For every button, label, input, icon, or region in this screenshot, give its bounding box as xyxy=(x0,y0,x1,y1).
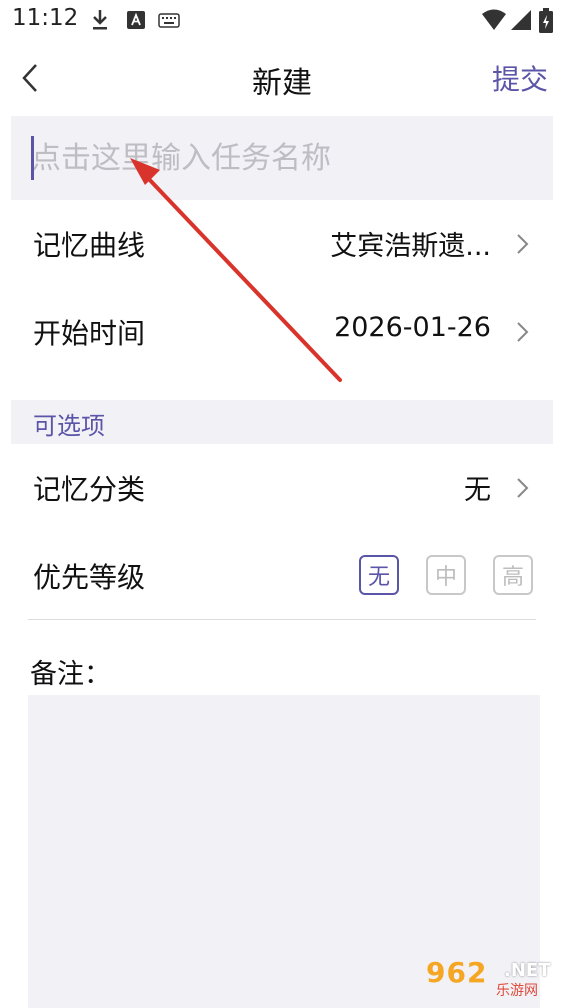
keyboard-icon xyxy=(158,13,180,28)
memory-curve-value: 艾宾浩斯遗... xyxy=(330,231,491,262)
wifi-icon xyxy=(482,9,506,30)
download-icon xyxy=(93,10,107,30)
top-nav-bar: 新建 提交 xyxy=(0,40,564,116)
a-app-icon xyxy=(127,11,145,29)
battery-icon xyxy=(539,8,553,33)
memory-category-row[interactable]: 记忆分类 无 xyxy=(11,444,553,532)
priority-row: 优先等级 xyxy=(11,532,553,620)
priority-option-none[interactable]: 无 xyxy=(359,555,399,595)
status-bar: 11:12 xyxy=(0,0,564,40)
page-title: 新建 xyxy=(252,66,312,101)
priority-label: 优先等级 xyxy=(33,561,146,594)
start-time-row[interactable]: 开始时间 2026-01-26 xyxy=(11,288,553,376)
watermark-suffix: .NET xyxy=(504,960,551,981)
divider xyxy=(28,619,536,620)
priority-option-medium[interactable]: 中 xyxy=(426,555,466,595)
priority-option-high[interactable]: 高 xyxy=(493,555,533,595)
task-name-input[interactable] xyxy=(31,134,531,182)
memory-category-value: 无 xyxy=(464,475,491,506)
optional-section-title: 可选项 xyxy=(33,412,105,440)
submit-button[interactable]: 提交 xyxy=(492,58,548,98)
chevron-right-icon xyxy=(517,322,529,342)
watermark-logo: 962 .NET 乐游网 xyxy=(426,956,556,1000)
watermark-subtitle: 乐游网 xyxy=(496,983,538,999)
memory-curve-label: 记忆曲线 xyxy=(33,229,146,262)
status-time: 11:12 xyxy=(12,5,79,31)
text-cursor xyxy=(31,136,34,180)
start-time-label: 开始时间 xyxy=(33,317,146,350)
task-name-field xyxy=(11,116,553,200)
memory-curve-row[interactable]: 记忆曲线 艾宾浩斯遗... xyxy=(11,200,553,288)
optional-section-header: 可选项 xyxy=(11,400,553,444)
chevron-right-icon xyxy=(517,478,529,498)
notes-label: 备注： xyxy=(30,659,111,690)
start-time-value: 2026-01-26 xyxy=(334,312,491,343)
signal-icon xyxy=(511,10,531,30)
watermark-number: 962 xyxy=(426,956,488,989)
memory-category-label: 记忆分类 xyxy=(33,473,146,506)
chevron-right-icon xyxy=(517,234,529,254)
